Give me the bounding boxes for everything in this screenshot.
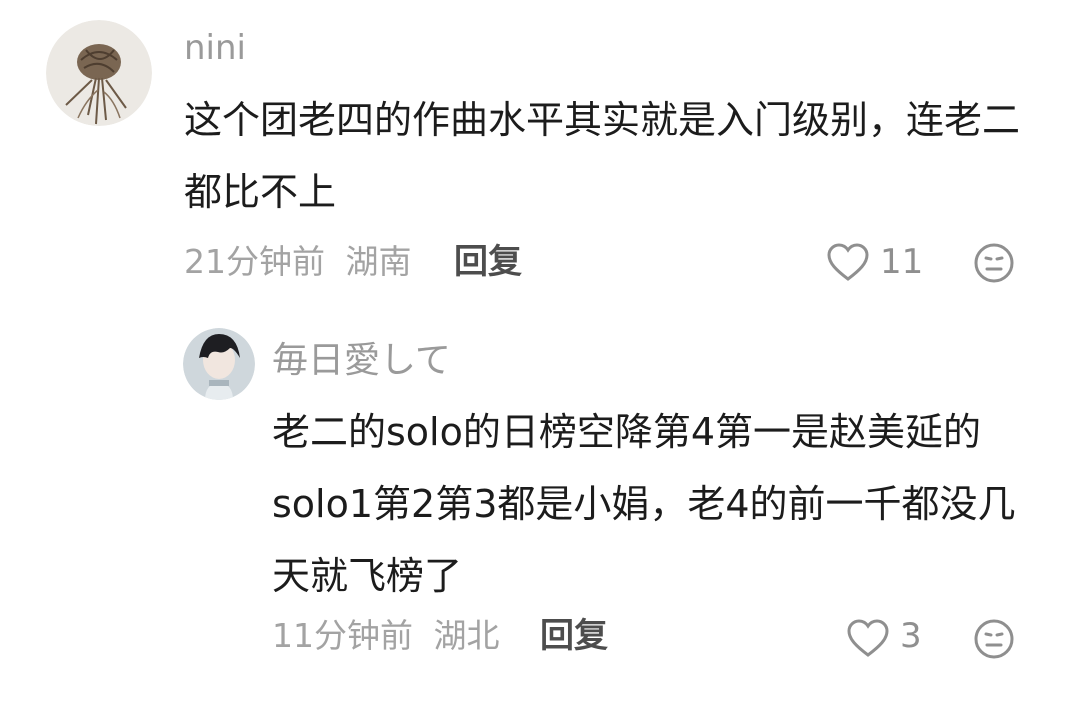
comment-location: 湖南 <box>345 242 412 281</box>
comment-time: 21分钟前 <box>184 242 325 281</box>
meh-face-icon[interactable] <box>973 618 1015 660</box>
reply-username[interactable]: 毎日愛して <box>272 338 451 384</box>
comment-username[interactable]: nini <box>184 26 246 70</box>
reply-item: 毎日愛して 老二的solo的日榜空降第4第一是赵美延的solo1第2第3都是小娟… <box>0 300 1080 717</box>
avatar[interactable] <box>183 328 255 400</box>
heart-outline-icon[interactable] <box>846 618 890 658</box>
reply-button[interactable]: 回复 <box>454 240 522 284</box>
avatar[interactable] <box>46 20 152 126</box>
comment-item: nini 这个团老四的作曲水平其实就是入门级别，连老二都比不上 21分钟前 湖南… <box>0 0 1080 300</box>
reply-location: 湖北 <box>433 616 500 655</box>
like-count: 11 <box>880 242 924 282</box>
reply-time: 11分钟前 <box>272 616 413 655</box>
meh-face-icon[interactable] <box>973 242 1015 284</box>
like-count: 3 <box>900 616 922 656</box>
comment-content: 这个团老四的作曲水平其实就是入门级别，连老二都比不上 <box>184 98 1021 214</box>
reply-content: 老二的solo的日榜空降第4第一是赵美延的solo1第2第3都是小娟，老4的前一… <box>272 410 1016 598</box>
comment-meta: 21分钟前 湖南 <box>184 240 412 284</box>
heart-outline-icon[interactable] <box>826 242 870 282</box>
reply-meta: 11分钟前 湖北 <box>272 614 500 658</box>
reply-button[interactable]: 回复 <box>540 614 608 658</box>
